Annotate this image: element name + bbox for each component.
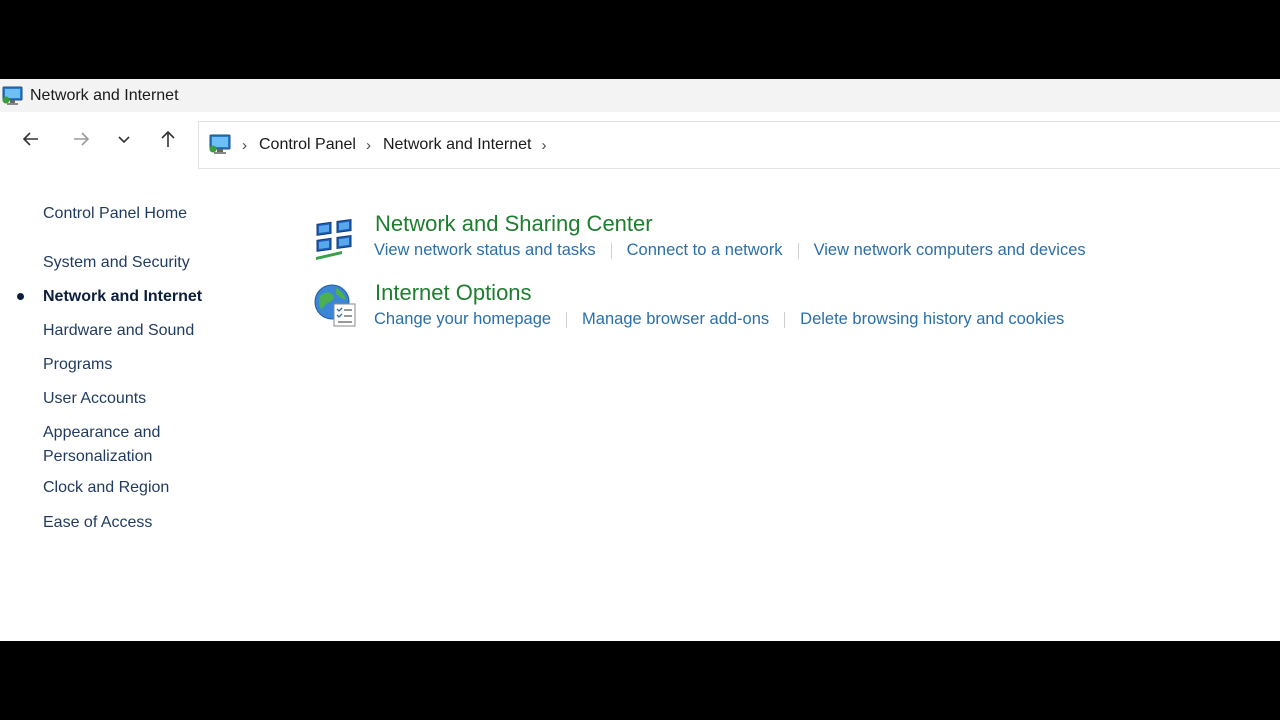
network-and-sharing-center-title[interactable]: Network and Sharing Center [375, 211, 653, 237]
link-divider [784, 311, 786, 328]
network-control-panel-icon [2, 85, 24, 107]
recent-locations-button[interactable] [109, 126, 139, 156]
sidebar-item-label-line1: Appearance and [43, 424, 161, 441]
internet-options-links: Change your homepage Manage browser add-… [374, 310, 1064, 329]
navigation-bar: › Control Panel › Network and Internet › [0, 112, 1280, 170]
manage-browser-addons-link[interactable]: Manage browser add-ons [582, 310, 769, 329]
breadcrumb-network-and-internet[interactable]: Network and Internet [383, 136, 532, 154]
sidebar-item-appearance-and-personalization[interactable]: Appearance and Personalization [43, 421, 160, 469]
sidebar-item-label-line2: Personalization [43, 448, 153, 465]
sidebar-item-user-accounts[interactable]: User Accounts [43, 387, 146, 411]
up-button[interactable] [153, 126, 183, 156]
view-network-status-link[interactable]: View network status and tasks [374, 241, 596, 260]
title-bar: Network and Internet [0, 79, 1280, 112]
window-title: Network and Internet [30, 86, 179, 104]
sidebar-item-programs[interactable]: Programs [43, 353, 112, 377]
forward-button[interactable] [66, 126, 96, 156]
control-panel-icon [208, 133, 232, 157]
sidebar-item-network-and-internet[interactable]: Network and Internet [43, 285, 202, 309]
sidebar-item-system-and-security[interactable]: System and Security [43, 251, 190, 275]
network-sharing-center-icon[interactable] [312, 215, 358, 261]
network-and-sharing-center-links: View network status and tasks Connect to… [374, 241, 1086, 260]
sidebar-item-hardware-and-sound[interactable]: Hardware and Sound [43, 319, 194, 343]
link-divider [566, 311, 568, 328]
sidebar-control-panel-home[interactable]: Control Panel Home [43, 202, 187, 226]
internet-options-title[interactable]: Internet Options [375, 280, 532, 306]
back-button[interactable] [16, 126, 46, 156]
back-arrow-icon [21, 129, 41, 154]
breadcrumb-separator[interactable]: › [242, 137, 247, 154]
breadcrumb-separator[interactable]: › [541, 137, 546, 154]
sidebar-item-clock-and-region[interactable]: Clock and Region [43, 476, 169, 500]
breadcrumb-separator[interactable]: › [366, 137, 371, 154]
sidebar-item-ease-of-access[interactable]: Ease of Access [43, 511, 152, 535]
forward-arrow-icon [71, 129, 91, 154]
address-bar[interactable]: › Control Panel › Network and Internet › [198, 121, 1280, 169]
chevron-down-icon [116, 131, 132, 152]
link-divider [610, 242, 612, 259]
active-item-bullet [17, 293, 24, 300]
link-divider [797, 242, 799, 259]
change-homepage-link[interactable]: Change your homepage [374, 310, 551, 329]
delete-browsing-history-link[interactable]: Delete browsing history and cookies [800, 310, 1064, 329]
control-panel-window: Network and Internet › Control Panel › N… [0, 79, 1280, 641]
connect-to-network-link[interactable]: Connect to a network [627, 241, 783, 260]
view-network-computers-link[interactable]: View network computers and devices [814, 241, 1086, 260]
internet-options-icon[interactable] [312, 282, 358, 328]
breadcrumb-control-panel[interactable]: Control Panel [259, 136, 356, 154]
up-arrow-icon [158, 129, 178, 154]
